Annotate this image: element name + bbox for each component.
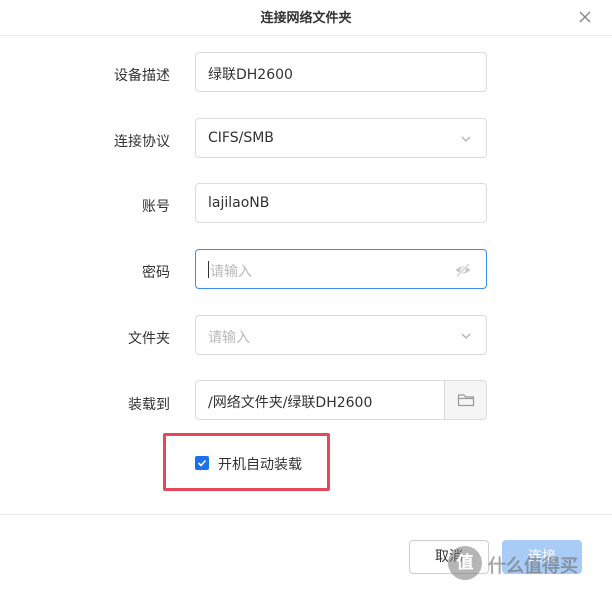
folder-label: 文件夹 — [128, 331, 170, 347]
dialog-header: 连接网络文件夹 — [0, 0, 612, 36]
folder-placeholder: 请输入 — [208, 330, 250, 346]
password-input[interactable]: 请输入 — [195, 249, 487, 289]
device-description-value: 绿联DH2600 — [208, 67, 293, 83]
footer-divider — [0, 514, 612, 515]
account-label: 账号 — [142, 199, 170, 215]
watermark-text: 什么值得买 — [488, 556, 578, 577]
close-icon[interactable] — [576, 8, 594, 26]
text-caret — [208, 261, 209, 278]
password-placeholder: 请输入 — [210, 264, 252, 280]
watermark: 值 什么值得买 — [448, 546, 608, 582]
auto-mount-label[interactable]: 开机自动装载 — [218, 454, 302, 474]
protocol-label: 连接协议 — [114, 134, 170, 150]
protocol-select[interactable]: CIFS/SMB — [195, 118, 487, 158]
mount-to-label: 装载到 — [128, 397, 170, 413]
eye-hidden-icon[interactable] — [454, 262, 472, 278]
auto-mount-checkbox[interactable] — [195, 456, 209, 470]
dialog-title: 连接网络文件夹 — [260, 11, 352, 26]
mount-to-value: /网络文件夹/绿联DH2600 — [208, 395, 373, 411]
browse-folder-button[interactable] — [444, 381, 486, 419]
password-label: 密码 — [142, 265, 170, 281]
protocol-value: CIFS/SMB — [208, 130, 274, 146]
mount-to-input[interactable]: /网络文件夹/绿联DH2600 — [195, 380, 487, 420]
chevron-down-icon — [461, 136, 471, 142]
device-description-label: 设备描述 — [114, 68, 170, 84]
account-input[interactable]: lajilaoNB — [195, 183, 487, 223]
account-value: lajilaoNB — [208, 195, 270, 211]
device-description-input[interactable]: 绿联DH2600 — [195, 52, 487, 92]
folder-select[interactable]: 请输入 — [195, 315, 487, 355]
checkmark-icon — [197, 459, 207, 467]
watermark-logo: 值 — [448, 546, 482, 580]
folder-icon — [457, 394, 475, 407]
chevron-down-icon — [461, 333, 471, 339]
